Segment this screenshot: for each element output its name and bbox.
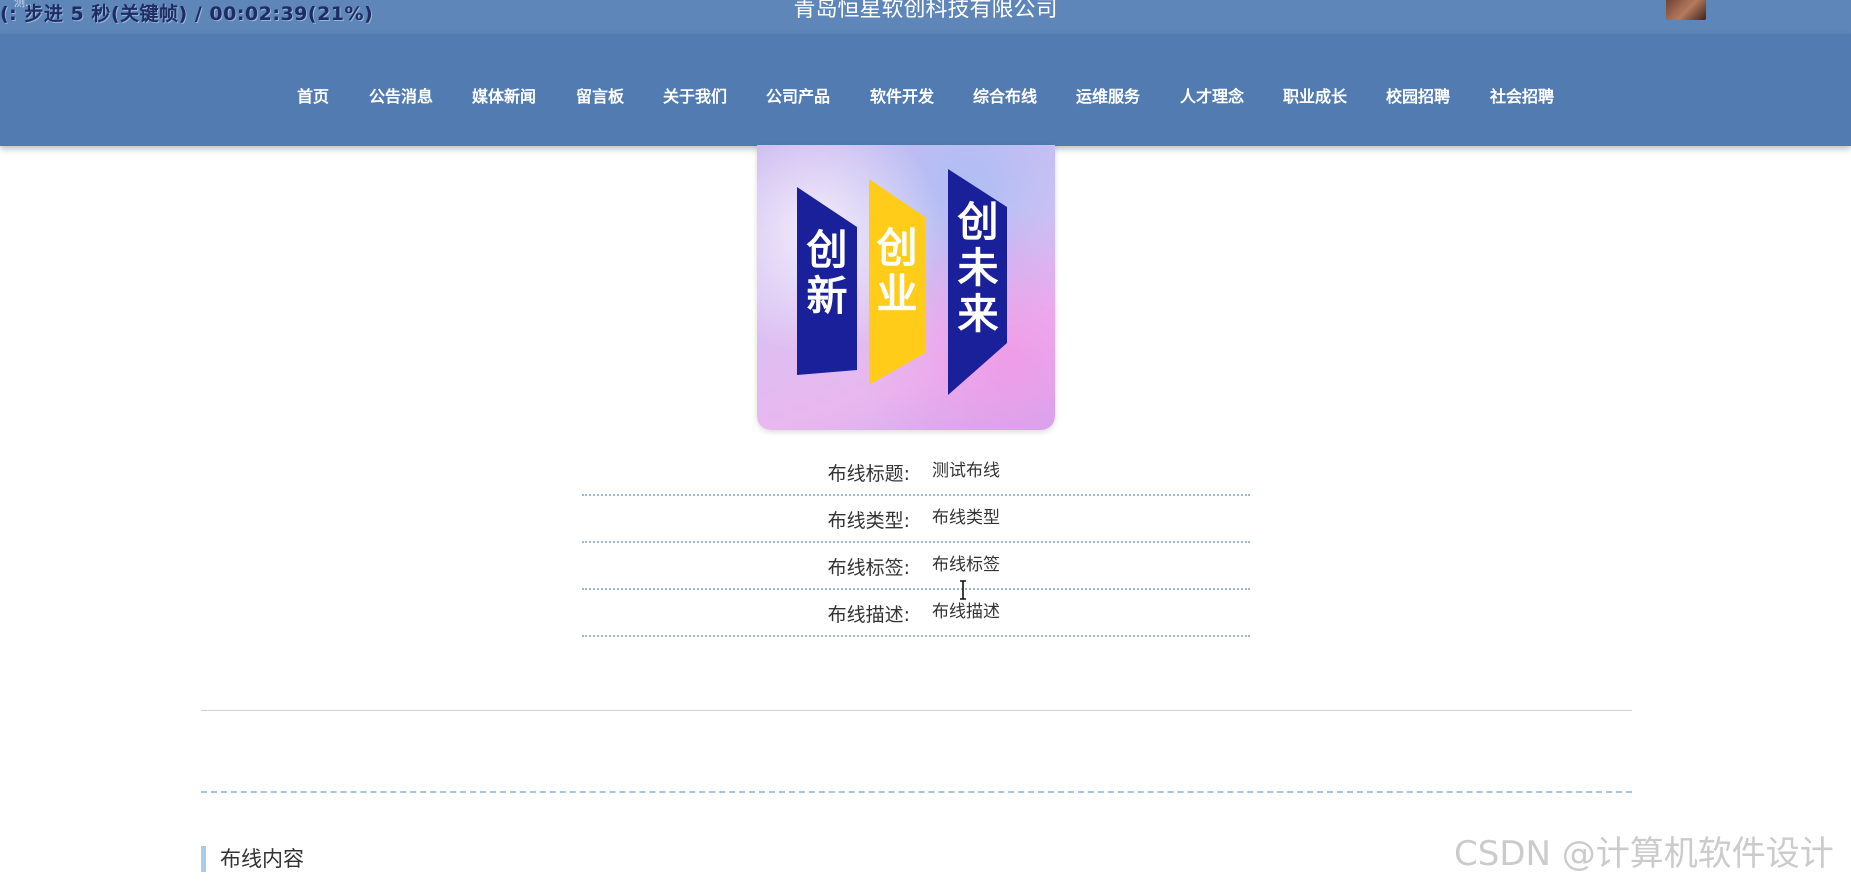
banner-text-2: 创业	[876, 224, 918, 318]
field-label-description: 布线描述:	[827, 604, 910, 626]
field-value-title: 测试布线	[932, 461, 1000, 481]
nav-item-message-board[interactable]: 留言板	[576, 83, 624, 111]
field-label-type: 布线类型:	[827, 510, 910, 532]
nav-item-cabling[interactable]: 综合布线	[973, 83, 1037, 111]
user-avatar[interactable]	[1666, 0, 1706, 20]
content-section-title: 布线内容	[201, 846, 304, 872]
top-bar: 测... (: 步进 5 秒(关键帧) / 00:02:39(21%) 青岛恒星…	[0, 0, 1851, 34]
banner-text-3: 创未来	[957, 198, 999, 338]
field-value-type: 布线类型	[932, 508, 1000, 528]
field-value-description: 布线描述	[932, 602, 1000, 622]
section-divider	[201, 710, 1632, 711]
company-name: 青岛恒星软创科技有限公司	[793, 0, 1058, 22]
section-divider-dashed	[201, 791, 1632, 793]
nav-item-social-hiring[interactable]: 社会招聘	[1490, 83, 1554, 111]
field-value-tag: 布线标签	[932, 555, 1000, 575]
main-nav: 首页 公告消息 媒体新闻 留言板 关于我们 公司产品 软件开发 综合布线 运维服…	[0, 34, 1851, 146]
nav-item-talent[interactable]: 人才理念	[1180, 83, 1244, 111]
nav-item-home[interactable]: 首页	[297, 83, 329, 111]
banner-text-1: 创新	[806, 226, 848, 320]
field-row-description: 布线描述: 布线描述	[582, 589, 1250, 637]
nav-item-media-news[interactable]: 媒体新闻	[472, 83, 536, 111]
text-cursor-icon	[960, 580, 966, 600]
watermark: CSDN @计算机软件设计	[1454, 834, 1834, 874]
field-row-type: 布线类型: 布线类型	[582, 495, 1250, 543]
cover-image: 创新 创业 创未来	[757, 145, 1055, 430]
field-label-title: 布线标题:	[827, 463, 910, 485]
field-label-tag: 布线标签:	[827, 557, 910, 579]
nav-item-campus-hiring[interactable]: 校园招聘	[1386, 83, 1450, 111]
nav-item-career[interactable]: 职业成长	[1283, 83, 1347, 111]
nav-item-announcements[interactable]: 公告消息	[369, 83, 433, 111]
nav-item-products[interactable]: 公司产品	[766, 83, 830, 111]
nav-item-about-us[interactable]: 关于我们	[663, 83, 727, 111]
nav-item-software-dev[interactable]: 软件开发	[870, 83, 934, 111]
field-row-title: 布线标题: 测试布线	[582, 448, 1250, 496]
field-row-tag: 布线标签: 布线标签	[582, 542, 1250, 590]
nav-item-ops-service[interactable]: 运维服务	[1076, 83, 1140, 111]
